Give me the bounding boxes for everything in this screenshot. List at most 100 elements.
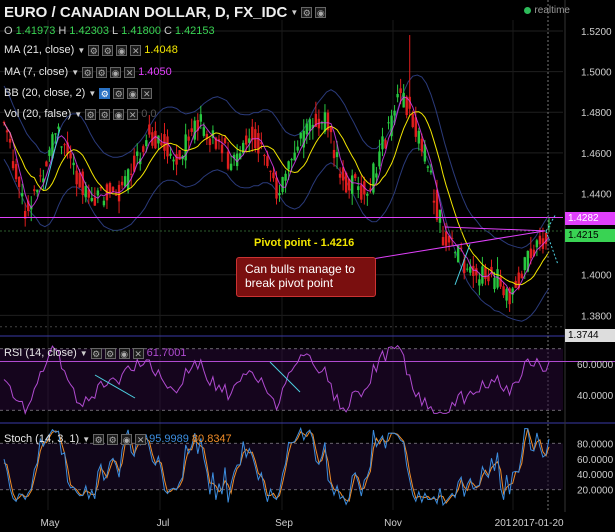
candle-body — [284, 173, 287, 181]
settings-icon[interactable]: ⚙ — [93, 433, 105, 445]
candle-body — [417, 130, 421, 144]
candle-body — [523, 257, 526, 271]
candle-body — [275, 177, 278, 199]
close-icon[interactable]: ✕ — [124, 66, 136, 78]
candle-body — [520, 273, 523, 279]
candle-body — [466, 268, 469, 270]
candle-body — [78, 172, 81, 188]
candle-body — [357, 186, 360, 191]
candle-body — [535, 240, 539, 248]
indicator-rsi[interactable]: RSI (14, close) ▼ ⚙ ⚙ ◉ ✕ 61.7001 — [4, 347, 186, 359]
candle-body — [57, 126, 60, 129]
candle-body — [335, 152, 339, 158]
candle-body — [411, 113, 414, 127]
candle-body — [329, 126, 333, 133]
candle-body — [396, 93, 399, 98]
candle-body — [223, 138, 227, 144]
time-tick-label: 201 — [495, 518, 512, 529]
candle-body — [169, 153, 172, 156]
eye-icon[interactable]: ◉ — [315, 7, 327, 18]
eye-icon[interactable]: ◉ — [127, 87, 139, 99]
candle-body — [269, 170, 272, 172]
chevron-down-icon[interactable]: ▼ — [74, 110, 82, 119]
candle-body — [123, 176, 127, 187]
pivot-price-tag: 1.4282 — [565, 212, 615, 225]
settings-icon[interactable]: ⚙ — [88, 44, 100, 56]
gear-icon[interactable]: ⚙ — [102, 44, 114, 56]
rsi-tick-label: 40.0000 — [577, 391, 614, 402]
candle-body — [438, 209, 442, 223]
settings-icon[interactable]: ⚙ — [85, 108, 97, 120]
callout-box: Can bulls manage to break pivot point — [236, 257, 376, 297]
indicator-ma7[interactable]: MA (7, close) ▼ ⚙ ⚙ ◉ ✕ 1.4050 — [4, 66, 172, 78]
eye-icon[interactable]: ◉ — [121, 433, 133, 445]
chevron-down-icon[interactable]: ▼ — [290, 8, 298, 17]
candle-body — [338, 173, 342, 178]
candle-body — [8, 138, 12, 143]
candle-body — [117, 184, 121, 202]
candle-body — [84, 186, 87, 198]
candle-body — [142, 146, 145, 152]
gear-icon[interactable]: ⚙ — [104, 347, 116, 359]
settings-icon[interactable]: ⚙ — [99, 87, 111, 99]
candle-body — [293, 152, 296, 161]
candle-body — [432, 200, 436, 203]
time-tick-label: Sep — [275, 518, 293, 529]
candle-body — [69, 153, 72, 159]
candle-body — [120, 181, 124, 186]
close-icon[interactable]: ✕ — [130, 44, 142, 56]
eye-icon[interactable]: ◉ — [113, 108, 125, 120]
candle-body — [54, 133, 57, 135]
candle-body — [472, 265, 475, 276]
candle-body — [493, 277, 496, 290]
indicator-bb[interactable]: BB (20, close, 2) ▼ ⚙ ⚙ ◉ ✕ — [4, 87, 153, 99]
candle-body — [229, 163, 233, 171]
settings-icon[interactable]: ⚙ — [90, 347, 102, 359]
indicator-stoch[interactable]: Stoch (14, 3, 1) ▼ ⚙ ⚙ ◉ ✕ 95.9989 80.83… — [4, 433, 232, 445]
time-tick-label: Jul — [157, 518, 170, 529]
close-icon[interactable]: ✕ — [127, 108, 139, 120]
candle-body — [202, 127, 206, 136]
candle-body — [381, 136, 384, 150]
chevron-down-icon[interactable]: ▼ — [88, 89, 96, 98]
eye-icon[interactable]: ◉ — [116, 44, 128, 56]
candle-body — [308, 119, 312, 131]
candle-body — [11, 161, 15, 169]
close-icon[interactable]: ✕ — [141, 87, 153, 99]
eye-icon[interactable]: ◉ — [118, 347, 130, 359]
indicator-ma21[interactable]: MA (21, close) ▼ ⚙ ⚙ ◉ ✕ 1.4048 — [4, 44, 178, 56]
price-tick-label: 1.4000 — [581, 271, 612, 282]
pivot-point-label: Pivot point - 1.4216 — [254, 237, 355, 249]
candle-body — [444, 231, 448, 246]
candle-body — [402, 92, 405, 108]
candle-body — [60, 146, 63, 148]
eye-icon[interactable]: ◉ — [110, 66, 122, 78]
candle-body — [350, 175, 354, 194]
gear-icon[interactable]: ⚙ — [96, 66, 108, 78]
chevron-down-icon[interactable]: ▼ — [82, 435, 90, 444]
close-icon[interactable]: ✕ — [135, 433, 147, 445]
candle-body — [166, 136, 169, 157]
candle-body — [281, 177, 284, 192]
gear-icon[interactable]: ⚙ — [113, 87, 125, 99]
price-tick-label: 1.4600 — [581, 149, 612, 160]
settings-icon[interactable]: ⚙ — [301, 7, 313, 18]
chevron-down-icon[interactable]: ▼ — [71, 68, 79, 77]
settings-icon[interactable]: ⚙ — [82, 66, 94, 78]
symbol-header[interactable]: EURO / CANADIAN DOLLAR, D, FX_IDC ▼ ⚙ ◉ — [4, 4, 327, 21]
chevron-down-icon[interactable]: ▼ — [80, 349, 88, 358]
candle-body — [529, 248, 533, 259]
candle-body — [39, 175, 42, 177]
candle-body — [235, 153, 239, 167]
chevron-down-icon[interactable]: ▼ — [77, 46, 85, 55]
candle-body — [5, 130, 9, 133]
time-tick-label: 2017-01-20 — [512, 518, 564, 529]
close-icon[interactable]: ✕ — [132, 347, 144, 359]
indicator-vol[interactable]: Vol (20, false) ▼ ⚙ ⚙ ◉ ✕ 0 0 — [4, 108, 156, 120]
candle-body — [257, 133, 260, 154]
gear-icon[interactable]: ⚙ — [99, 108, 111, 120]
candle-body — [484, 267, 487, 279]
projection-arrow — [545, 230, 559, 265]
candle-body — [266, 156, 269, 167]
gear-icon[interactable]: ⚙ — [107, 433, 119, 445]
